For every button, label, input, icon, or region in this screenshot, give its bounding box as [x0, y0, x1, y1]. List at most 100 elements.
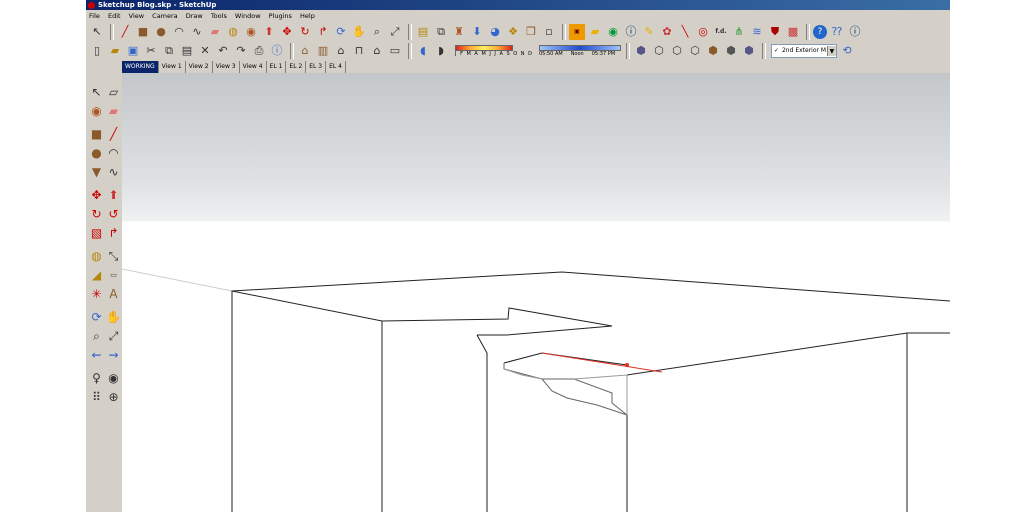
- tape-measure-icon[interactable]: ◍: [225, 24, 241, 40]
- 3d-viewport[interactable]: [122, 73, 950, 512]
- tab-view-2[interactable]: View 2: [185, 61, 213, 73]
- eraser-icon[interactable]: ▰: [105, 102, 122, 119]
- walk-icon[interactable]: ⧉: [433, 24, 449, 40]
- follow-me-icon[interactable]: ↱: [315, 24, 331, 40]
- orbit-icon[interactable]: ⟳: [333, 24, 349, 40]
- grass-icon[interactable]: ⋔: [731, 24, 747, 40]
- copy-icon[interactable]: ⧉: [161, 43, 177, 59]
- color-wheel-icon[interactable]: ✿: [659, 24, 675, 40]
- zoom-window-icon[interactable]: ⤢: [105, 327, 122, 344]
- menu-window[interactable]: Window: [232, 12, 264, 20]
- xray-icon[interactable]: ⬢: [633, 43, 649, 59]
- walk-icon[interactable]: ⠿: [88, 388, 105, 405]
- look-around-icon[interactable]: ◉: [105, 369, 122, 386]
- water-icon[interactable]: ≋: [749, 24, 765, 40]
- fire-icon[interactable]: ▣: [569, 24, 585, 40]
- arc-icon[interactable]: ◠: [105, 144, 122, 161]
- rotate-icon[interactable]: ↻: [88, 205, 105, 222]
- zoom-extents-icon[interactable]: ⤢: [387, 24, 403, 40]
- protractor-icon[interactable]: ◢: [88, 266, 105, 283]
- print-icon[interactable]: ⎙: [251, 43, 267, 59]
- follow-me-icon[interactable]: ↺: [105, 205, 122, 222]
- dimension-icon[interactable]: ⤡: [105, 247, 122, 264]
- shaded-icon[interactable]: ⬡: [687, 43, 703, 59]
- scale-icon[interactable]: ▧: [88, 224, 105, 241]
- google-earth-icon[interactable]: ◕: [487, 24, 503, 40]
- push-pull-icon[interactable]: ⬆: [261, 24, 277, 40]
- share-model-icon[interactable]: ⬇: [469, 24, 485, 40]
- rotate-icon[interactable]: ↻: [297, 24, 313, 40]
- instructor-icon[interactable]: ⁇: [829, 24, 845, 40]
- shadow-settings-icon[interactable]: ◖: [415, 43, 431, 59]
- back-edges-icon[interactable]: ⬢: [741, 43, 757, 59]
- target-icon[interactable]: ◎: [695, 24, 711, 40]
- menu-camera[interactable]: Camera: [149, 12, 181, 20]
- menu-tools[interactable]: Tools: [208, 12, 230, 20]
- paste-icon[interactable]: ▤: [179, 43, 195, 59]
- eraser-icon[interactable]: ▰: [207, 24, 223, 40]
- arc-icon[interactable]: ◠: [171, 24, 187, 40]
- 3d-text-icon[interactable]: A: [105, 285, 122, 302]
- paint-bucket-icon[interactable]: ◉: [243, 24, 259, 40]
- shield-icon[interactable]: ⛊: [767, 24, 783, 40]
- make-component-icon[interactable]: ▱: [105, 83, 122, 100]
- info-icon[interactable]: ⓘ: [847, 24, 863, 40]
- tape-measure-icon[interactable]: ◍: [88, 247, 105, 264]
- menu-file[interactable]: File: [86, 12, 103, 20]
- zoom-icon[interactable]: ⌕: [369, 24, 385, 40]
- previous-view-icon[interactable]: ⇜: [88, 346, 105, 363]
- dropper-icon[interactable]: ╲: [677, 24, 693, 40]
- pan-icon[interactable]: ✋: [351, 24, 367, 40]
- back-view-icon[interactable]: ⌂: [369, 43, 385, 59]
- new-file-icon[interactable]: ▯: [89, 43, 105, 59]
- scene-update-icon[interactable]: ⟲: [839, 43, 855, 59]
- menu-edit[interactable]: Edit: [105, 12, 124, 20]
- delete-icon[interactable]: ✕: [197, 43, 213, 59]
- next-view-icon[interactable]: ⇝: [105, 346, 122, 363]
- menu-view[interactable]: View: [126, 12, 147, 20]
- rectangle-icon[interactable]: ■: [135, 24, 151, 40]
- pencil-line-icon[interactable]: ╱: [117, 24, 133, 40]
- zoom-icon[interactable]: ⌕: [88, 327, 105, 344]
- save-icon[interactable]: ▣: [125, 43, 141, 59]
- hidden-line-icon[interactable]: ⬡: [669, 43, 685, 59]
- move-icon[interactable]: ✥: [279, 24, 295, 40]
- render-icon[interactable]: ▩: [785, 24, 801, 40]
- front-view-icon[interactable]: ⌂: [333, 43, 349, 59]
- menu-plugins[interactable]: Plugins: [266, 12, 295, 20]
- styles-icon[interactable]: ▫: [541, 24, 557, 40]
- rectangle-icon[interactable]: ■: [88, 125, 105, 142]
- components-icon[interactable]: ❖: [505, 24, 521, 40]
- line-icon[interactable]: ╱: [105, 125, 122, 142]
- redo-icon[interactable]: ↷: [233, 43, 249, 59]
- undo-icon[interactable]: ↶: [215, 43, 231, 59]
- monochrome-icon[interactable]: ⬢: [723, 43, 739, 59]
- iso-view-icon[interactable]: ⌂: [297, 43, 313, 59]
- tab-el-1[interactable]: EL 1: [266, 61, 287, 73]
- folder-icon[interactable]: ▰: [587, 24, 603, 40]
- left-view-icon[interactable]: ▭: [387, 43, 403, 59]
- text-icon[interactable]: ▭: [105, 266, 122, 283]
- section-plane-icon[interactable]: ⊕: [105, 388, 122, 405]
- cut-icon[interactable]: ✂: [143, 43, 159, 59]
- fd-icon[interactable]: f.d.: [713, 24, 729, 40]
- axes-icon[interactable]: ✳: [88, 285, 105, 302]
- get-models-icon[interactable]: ♜: [451, 24, 467, 40]
- circle-icon[interactable]: ●: [153, 24, 169, 40]
- open-file-icon[interactable]: ▰: [107, 43, 123, 59]
- tab-view-1[interactable]: View 1: [158, 61, 186, 73]
- right-view-icon[interactable]: ⊓: [351, 43, 367, 59]
- model-canvas[interactable]: [122, 73, 950, 512]
- tab-el-2[interactable]: EL 2: [286, 61, 307, 73]
- select-icon[interactable]: ↖: [88, 83, 105, 100]
- tab-working[interactable]: WORKING: [122, 61, 159, 73]
- pan-icon[interactable]: ✋: [105, 308, 122, 325]
- freehand-icon[interactable]: ∿: [105, 163, 122, 180]
- help-icon[interactable]: ?: [813, 25, 827, 39]
- offset-icon[interactable]: ↱: [105, 224, 122, 241]
- chevron-down-icon[interactable]: ▼: [826, 46, 836, 56]
- scene-dropdown[interactable]: ✓ 2nd Exterior M ▼: [770, 44, 837, 58]
- circle-icon[interactable]: ●: [88, 144, 105, 161]
- tab-view-3[interactable]: View 3: [212, 61, 240, 73]
- menu-draw[interactable]: Draw: [183, 12, 206, 20]
